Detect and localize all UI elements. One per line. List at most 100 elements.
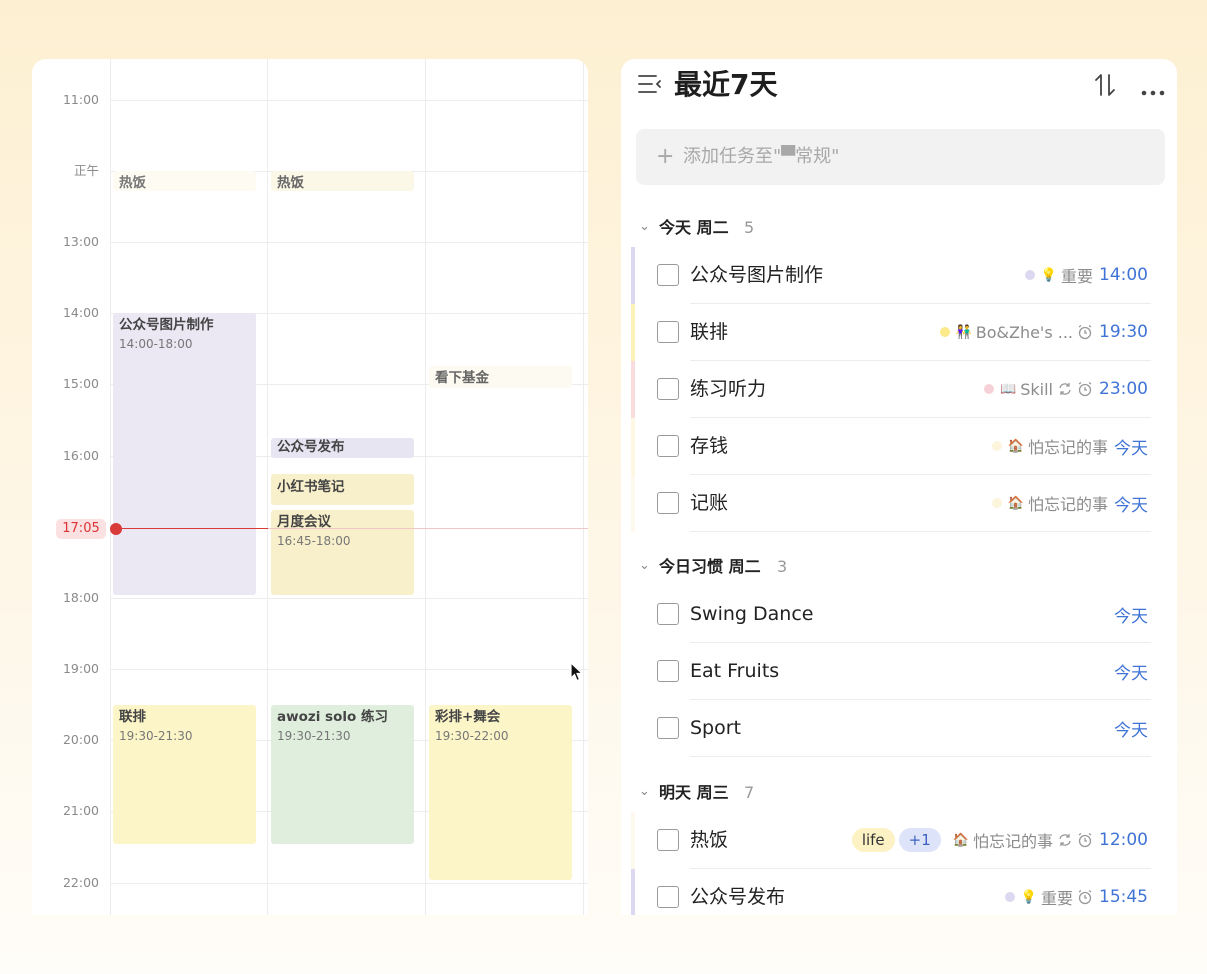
- time-label: 11:00: [62, 92, 99, 107]
- list-color-dot: [991, 441, 1002, 451]
- chevron-down-icon: ⌄: [639, 784, 650, 799]
- task-row[interactable]: Eat Fruits 今天: [621, 643, 1177, 700]
- task-row[interactable]: 存钱 🏠 怕忘记的事 今天: [621, 418, 1177, 475]
- event-time: 19:30-21:30: [277, 729, 351, 743]
- house-icon: 🏠: [1007, 438, 1024, 454]
- event-title: 看下基金: [435, 370, 489, 386]
- task-due: 今天: [1114, 438, 1148, 459]
- task-due: 23:00: [1099, 379, 1148, 399]
- task-label-pill[interactable]: life: [851, 828, 895, 852]
- task-checkbox[interactable]: [657, 660, 679, 682]
- task-meta: 今天: [1112, 716, 1148, 741]
- calendar-event[interactable]: 联排 19:30-21:30: [113, 705, 256, 844]
- task-row[interactable]: 热饭 life +1 🏠 怕忘记的事 12:00: [621, 812, 1177, 869]
- task-checkbox[interactable]: [657, 717, 679, 739]
- house-icon: 🏠: [952, 832, 969, 848]
- event-title: 热饭: [277, 175, 304, 191]
- list-color-dot: [939, 327, 950, 337]
- time-label: 21:00: [62, 803, 99, 818]
- calendar-event[interactable]: 彩排+舞会 19:30-22:00: [429, 705, 572, 880]
- current-time-label: 17:05: [56, 519, 106, 539]
- event-time: 19:30-21:30: [119, 729, 193, 743]
- chevron-down-icon: ⌄: [639, 219, 650, 234]
- time-label: 19:00: [62, 661, 99, 676]
- event-title: 联排: [119, 709, 146, 725]
- calendar-event[interactable]: 看下基金: [429, 366, 572, 388]
- task-title: 联排: [690, 321, 729, 343]
- event-title: 热饭: [119, 175, 146, 191]
- day-divider: [110, 59, 111, 915]
- more-labels-pill[interactable]: +1: [898, 828, 941, 852]
- current-time-dot: [110, 523, 122, 535]
- task-checkbox[interactable]: [657, 264, 679, 286]
- task-checkbox[interactable]: [657, 378, 679, 400]
- calendar-event[interactable]: 公众号发布: [271, 438, 414, 458]
- list-menu-icon[interactable]: [638, 73, 662, 99]
- calendar-event[interactable]: 热饭: [271, 171, 414, 191]
- section-count: 7: [744, 783, 755, 802]
- sort-icon[interactable]: [1094, 73, 1116, 101]
- task-meta: 💡 重要 15:45: [1004, 885, 1148, 909]
- task-title: 练习听力: [690, 378, 767, 400]
- section-title: 今日习惯 周二: [659, 557, 761, 576]
- priority-bar: [631, 361, 635, 418]
- event-title: 公众号发布: [277, 439, 345, 455]
- calendar-event[interactable]: 月度会议 16:45-18:00: [271, 510, 414, 595]
- alarm-icon: [1078, 381, 1092, 397]
- cursor-icon: [570, 661, 584, 686]
- add-task-placeholder: 添加任务至"▀常规": [683, 146, 840, 167]
- task-meta: 🏠 怕忘记的事 今天: [991, 491, 1148, 516]
- task-checkbox[interactable]: [657, 321, 679, 343]
- task-tag: Skill: [1020, 379, 1053, 399]
- task-row[interactable]: 练习听力 📖 Skill 23:00: [621, 361, 1177, 418]
- calendar-event[interactable]: 热饭: [113, 171, 256, 191]
- add-task-input[interactable]: + 添加任务至"▀常规": [636, 129, 1165, 185]
- list-color-dot: [984, 384, 995, 394]
- list-color-dot: [1004, 892, 1015, 902]
- task-tag: 怕忘记的事: [1027, 495, 1108, 514]
- task-checkbox[interactable]: [657, 829, 679, 851]
- current-time-line-faint: [268, 528, 588, 529]
- lightbulb-icon: 💡: [1020, 889, 1037, 905]
- task-due: 今天: [1114, 720, 1148, 741]
- task-row[interactable]: 公众号发布 💡 重要 15:45: [621, 869, 1177, 915]
- task-checkbox[interactable]: [657, 886, 679, 908]
- task-meta: 🏠 怕忘记的事 今天: [991, 434, 1148, 459]
- task-due: 15:45: [1099, 887, 1148, 907]
- task-checkbox[interactable]: [657, 492, 679, 514]
- time-label: 18:00: [62, 590, 99, 605]
- calendar-panel: 11:00 正午 13:00 14:00 15:00 16:00 18:00 1…: [32, 59, 588, 915]
- task-meta: 今天: [1112, 659, 1148, 684]
- priority-bar: [631, 247, 635, 304]
- task-checkbox[interactable]: [657, 435, 679, 457]
- event-title: 小红书笔记: [277, 479, 345, 495]
- task-row[interactable]: Sport 今天: [621, 700, 1177, 757]
- task-row[interactable]: Swing Dance 今天: [621, 586, 1177, 643]
- hour-line: [110, 669, 588, 670]
- task-title: Eat Fruits: [690, 660, 780, 682]
- more-icon[interactable]: [1141, 81, 1165, 100]
- event-time: 14:00-18:00: [119, 337, 193, 351]
- task-list-panel: 最近7天 + 添加任务至"▀常规" ⌄ 今天 周二 5 公众号图片制作 💡 重要…: [621, 59, 1177, 915]
- time-label: 15:00: [62, 376, 99, 391]
- list-color-dot: [991, 498, 1002, 508]
- calendar-event[interactable]: awozi solo 练习 19:30-21:30: [271, 705, 414, 844]
- task-checkbox[interactable]: [657, 603, 679, 625]
- chevron-down-icon: ⌄: [639, 558, 650, 573]
- row-divider: [690, 531, 1151, 532]
- day-divider: [267, 59, 268, 915]
- priority-bar: [631, 418, 635, 475]
- task-tag: 怕忘记的事: [972, 832, 1053, 851]
- task-title: Swing Dance: [690, 603, 814, 625]
- task-row[interactable]: 公众号图片制作 💡 重要 14:00: [621, 247, 1177, 304]
- section-count: 5: [744, 218, 755, 237]
- task-due: 今天: [1114, 606, 1148, 627]
- priority-bar: [631, 475, 635, 532]
- task-meta: 📖 Skill 23:00: [984, 377, 1148, 401]
- event-time: 19:30-22:00: [435, 729, 509, 743]
- task-row[interactable]: 联排 👫 Bo&Zhe's ... 19:30: [621, 304, 1177, 361]
- calendar-event[interactable]: 小红书笔记: [271, 474, 414, 505]
- task-row[interactable]: 记账 🏠 怕忘记的事 今天: [621, 475, 1177, 532]
- calendar-event[interactable]: 公众号图片制作 14:00-18:00: [113, 313, 256, 595]
- task-due: 今天: [1114, 495, 1148, 516]
